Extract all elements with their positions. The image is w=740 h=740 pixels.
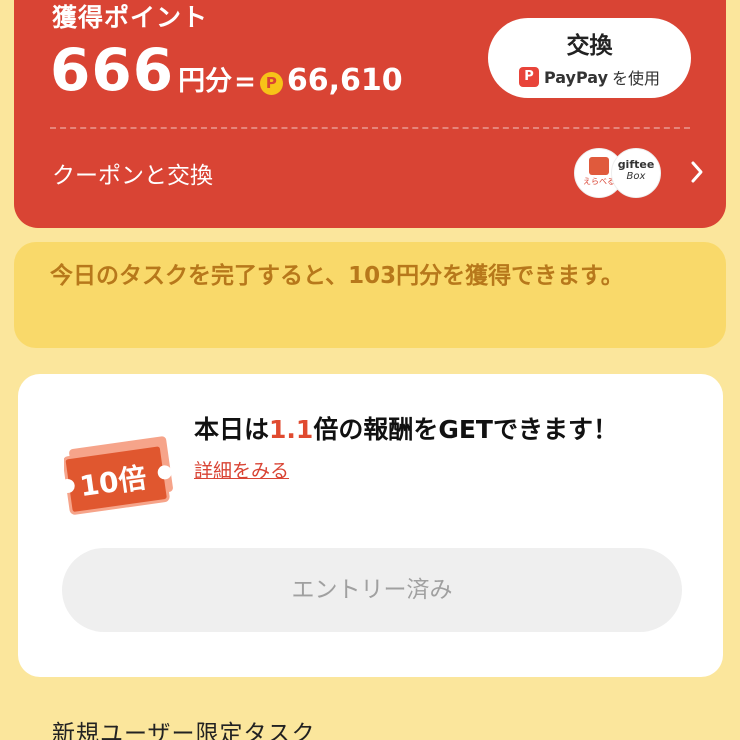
paypay-points-value: 66,610 (286, 63, 403, 98)
points-summary: 666 円分 = P 66,610 (50, 36, 403, 106)
task-notice-text: 今日のタスクを完了すると、103円分を獲得できます。 (50, 263, 624, 289)
points-unit: 円分 (178, 66, 233, 97)
coupon-exchange-label: クーポンと交換 (52, 163, 213, 189)
bonus-headline: 本日は1.1倍の報酬をGETできます！ (194, 410, 618, 446)
paypay-usage: を使用 (612, 69, 661, 88)
paypay-point-icon: P (259, 72, 283, 95)
bonus-headline-pre: 本日は (194, 415, 270, 444)
points-card: 獲得ポイント 666 円分 = P 66,610 交換 P PayPay を使用… (14, 0, 726, 228)
section-title: 新規ユーザー限定タスク (52, 721, 316, 740)
coupon-exchange-row[interactable]: クーポンと交換 えらべる giftee Box (14, 142, 726, 204)
giftee-logo-text: giftee (617, 158, 655, 171)
gift-box-icon (589, 157, 609, 175)
paypay-brand: PayPay (543, 67, 609, 87)
chevron-right-icon (691, 161, 703, 183)
page: 獲得ポイント 666 円分 = P 66,610 交換 P PayPay を使用… (0, 0, 740, 740)
task-notice: 今日のタスクを完了すると、103円分を獲得できます。 (14, 242, 726, 348)
details-link[interactable]: 詳細をみる (194, 456, 289, 483)
bonus-headline-post: 倍の報酬をGETできます！ (313, 415, 618, 444)
exchange-button[interactable]: 交換 P PayPay を使用 (488, 18, 691, 98)
points-amount: 666 (50, 36, 175, 104)
giftee-box-logo: giftee Box (611, 148, 661, 198)
giftee-box-text: Box (626, 171, 646, 182)
exchange-paypay-row: P PayPay を使用 (488, 65, 691, 89)
bonus-card: 10倍 本日は1.1倍の報酬をGETできます！ 詳細をみる エントリー済み (18, 374, 723, 677)
divider (50, 127, 690, 129)
entry-done-button[interactable]: エントリー済み (62, 548, 682, 632)
bonus-multiplier: 1.1 (269, 415, 314, 444)
equals-sign: = (234, 67, 256, 97)
ticket-10x-icon: 10倍 (64, 436, 173, 515)
paypay-logo-icon: P (518, 67, 539, 87)
exchange-button-label: 交換 (566, 33, 613, 59)
points-label: 獲得ポイント (52, 3, 209, 32)
